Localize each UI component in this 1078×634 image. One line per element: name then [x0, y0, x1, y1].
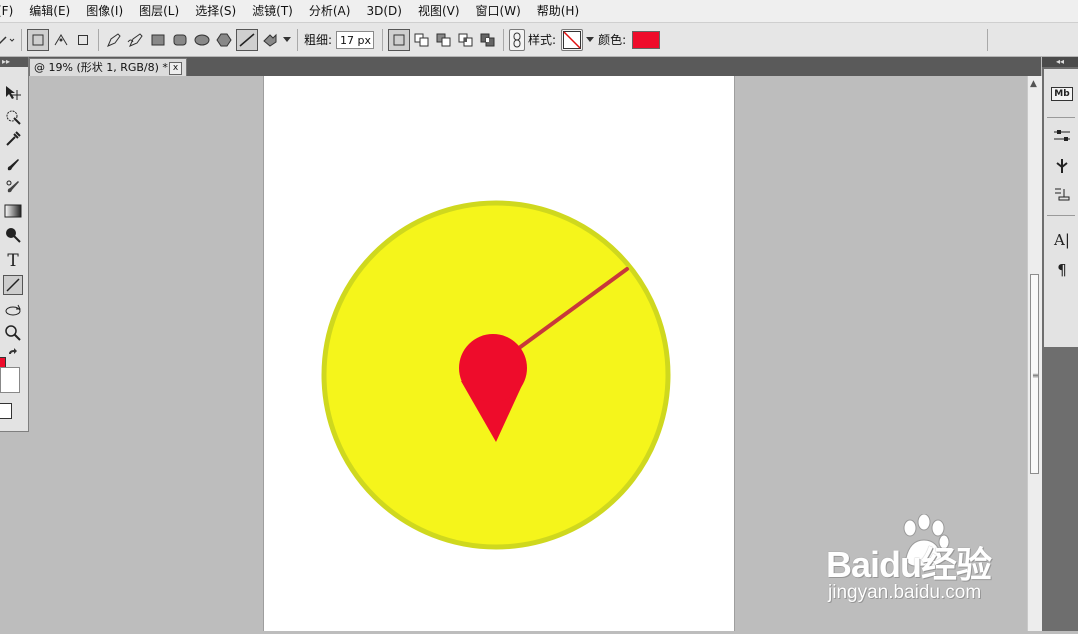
- rounded-rectangle-icon[interactable]: [170, 30, 190, 50]
- quick-mask-icon[interactable]: [0, 403, 12, 419]
- menu-help[interactable]: 帮助(H): [529, 0, 587, 22]
- divider: [382, 28, 384, 51]
- menu-file[interactable]: (F): [0, 0, 21, 22]
- chevron-down-icon[interactable]: [282, 30, 292, 50]
- paths-mode-icon[interactable]: [51, 30, 71, 50]
- link-icon[interactable]: [509, 28, 526, 51]
- move-tool-icon[interactable]: [3, 83, 23, 103]
- divider: [1047, 117, 1075, 118]
- polygon-tool-icon[interactable]: [214, 30, 234, 50]
- menu-image[interactable]: 图像(I): [78, 0, 131, 22]
- ellipse-tool-icon[interactable]: [192, 30, 212, 50]
- tools-panel-header[interactable]: ▸▸: [0, 57, 28, 67]
- pen-icon[interactable]: [104, 30, 124, 50]
- dodge-tool-icon[interactable]: [3, 225, 23, 245]
- divider: [98, 28, 99, 51]
- shape-layers-icon[interactable]: [27, 28, 49, 51]
- style-none-swatch[interactable]: [561, 28, 584, 51]
- menu-filter[interactable]: 滤镜(T): [244, 0, 301, 22]
- divider: [21, 28, 22, 51]
- exclude-shape-icon[interactable]: [478, 30, 498, 50]
- mini-bridge-label: Mb: [1051, 87, 1073, 101]
- eyedropper-icon[interactable]: [3, 129, 23, 149]
- subtract-shape-icon[interactable]: [434, 30, 454, 50]
- zoom-icon[interactable]: [3, 323, 23, 343]
- intersect-shape-icon[interactable]: [456, 30, 476, 50]
- swap-colors-icon[interactable]: [6, 347, 20, 361]
- tools-panel: ▸▸ T: [0, 57, 29, 432]
- menu-3d[interactable]: 3D(D): [358, 0, 409, 22]
- divider: [987, 28, 988, 51]
- vertical-scrollbar[interactable]: ▲ ≡: [1027, 76, 1042, 631]
- scroll-thumb[interactable]: ≡: [1030, 274, 1039, 474]
- chevron-down-icon[interactable]: [585, 30, 595, 50]
- menu-layer[interactable]: 图层(L): [131, 0, 187, 22]
- scroll-up-icon[interactable]: ▲: [1030, 79, 1037, 89]
- options-bar: 粗细: 17 px 样式: 颜色:: [0, 23, 1078, 57]
- menu-select[interactable]: 选择(S): [187, 0, 244, 22]
- line-tool-icon[interactable]: [3, 275, 23, 295]
- grip-icon: ≡: [1032, 371, 1039, 380]
- color-label: 颜色:: [598, 33, 627, 47]
- mini-bridge-icon[interactable]: Mb: [1051, 83, 1073, 105]
- gradient-icon[interactable]: [3, 201, 23, 221]
- baidu-watermark: Baidu经验 jingyan.baidu.com: [826, 512, 1026, 612]
- divider: [503, 28, 505, 51]
- right-panel-dock: ◂◂ Mb A| ¶: [1042, 57, 1078, 631]
- new-shape-layer-icon[interactable]: [388, 28, 411, 51]
- adjustments-icon[interactable]: [1051, 125, 1073, 147]
- fill-pixels-icon[interactable]: [73, 30, 93, 50]
- freeform-pen-icon[interactable]: [126, 30, 146, 50]
- custom-shape-icon[interactable]: [260, 30, 280, 50]
- tool-preset-icon[interactable]: [0, 30, 16, 50]
- document-tab-title: @ 19% (形状 1, RGB/8) *: [34, 61, 168, 74]
- rectangle-tool-icon[interactable]: [148, 30, 168, 50]
- weight-label: 粗细:: [304, 33, 333, 47]
- close-icon[interactable]: x: [169, 62, 182, 75]
- paragraph-panel-icon[interactable]: ¶: [1051, 259, 1073, 281]
- quick-select-icon[interactable]: [3, 107, 23, 127]
- divider: [1047, 215, 1075, 216]
- line-tool-icon[interactable]: [236, 28, 258, 51]
- watermark-url: jingyan.baidu.com: [828, 582, 982, 603]
- rotate-view-icon[interactable]: [3, 301, 23, 321]
- watermark-brand: Baidu经验: [826, 544, 992, 585]
- text-tool-icon[interactable]: T: [3, 251, 23, 271]
- brush-icon[interactable]: [3, 155, 23, 175]
- clone-source-icon[interactable]: [1051, 183, 1073, 205]
- character-panel-icon[interactable]: A|: [1051, 229, 1073, 251]
- right-panel-header[interactable]: ◂◂: [1042, 57, 1078, 67]
- artwork: [321, 200, 671, 550]
- menu-bar: (F) 编辑(E) 图像(I) 图层(L) 选择(S) 滤镜(T) 分析(A) …: [0, 0, 1078, 23]
- right-panel-body: Mb A| ¶: [1044, 69, 1078, 347]
- red-pin-head: [459, 334, 527, 402]
- color-swatch[interactable]: [632, 30, 661, 49]
- add-to-shape-icon[interactable]: [412, 30, 432, 50]
- weight-input[interactable]: 17 px: [336, 30, 375, 49]
- masks-icon[interactable]: [1051, 155, 1073, 177]
- menu-view[interactable]: 视图(V): [410, 0, 468, 22]
- document-canvas[interactable]: [263, 76, 735, 631]
- background-color-swatch[interactable]: [0, 367, 20, 393]
- menu-window[interactable]: 窗口(W): [468, 0, 529, 22]
- divider: [297, 28, 298, 51]
- menu-analysis[interactable]: 分析(A): [301, 0, 359, 22]
- document-tab-bar: @ 19% (形状 1, RGB/8) * x: [29, 57, 1041, 76]
- document-tab[interactable]: @ 19% (形状 1, RGB/8) * x: [29, 58, 187, 76]
- menu-edit[interactable]: 编辑(E): [21, 0, 78, 22]
- history-brush-icon[interactable]: [3, 177, 23, 197]
- style-label: 样式:: [528, 33, 557, 47]
